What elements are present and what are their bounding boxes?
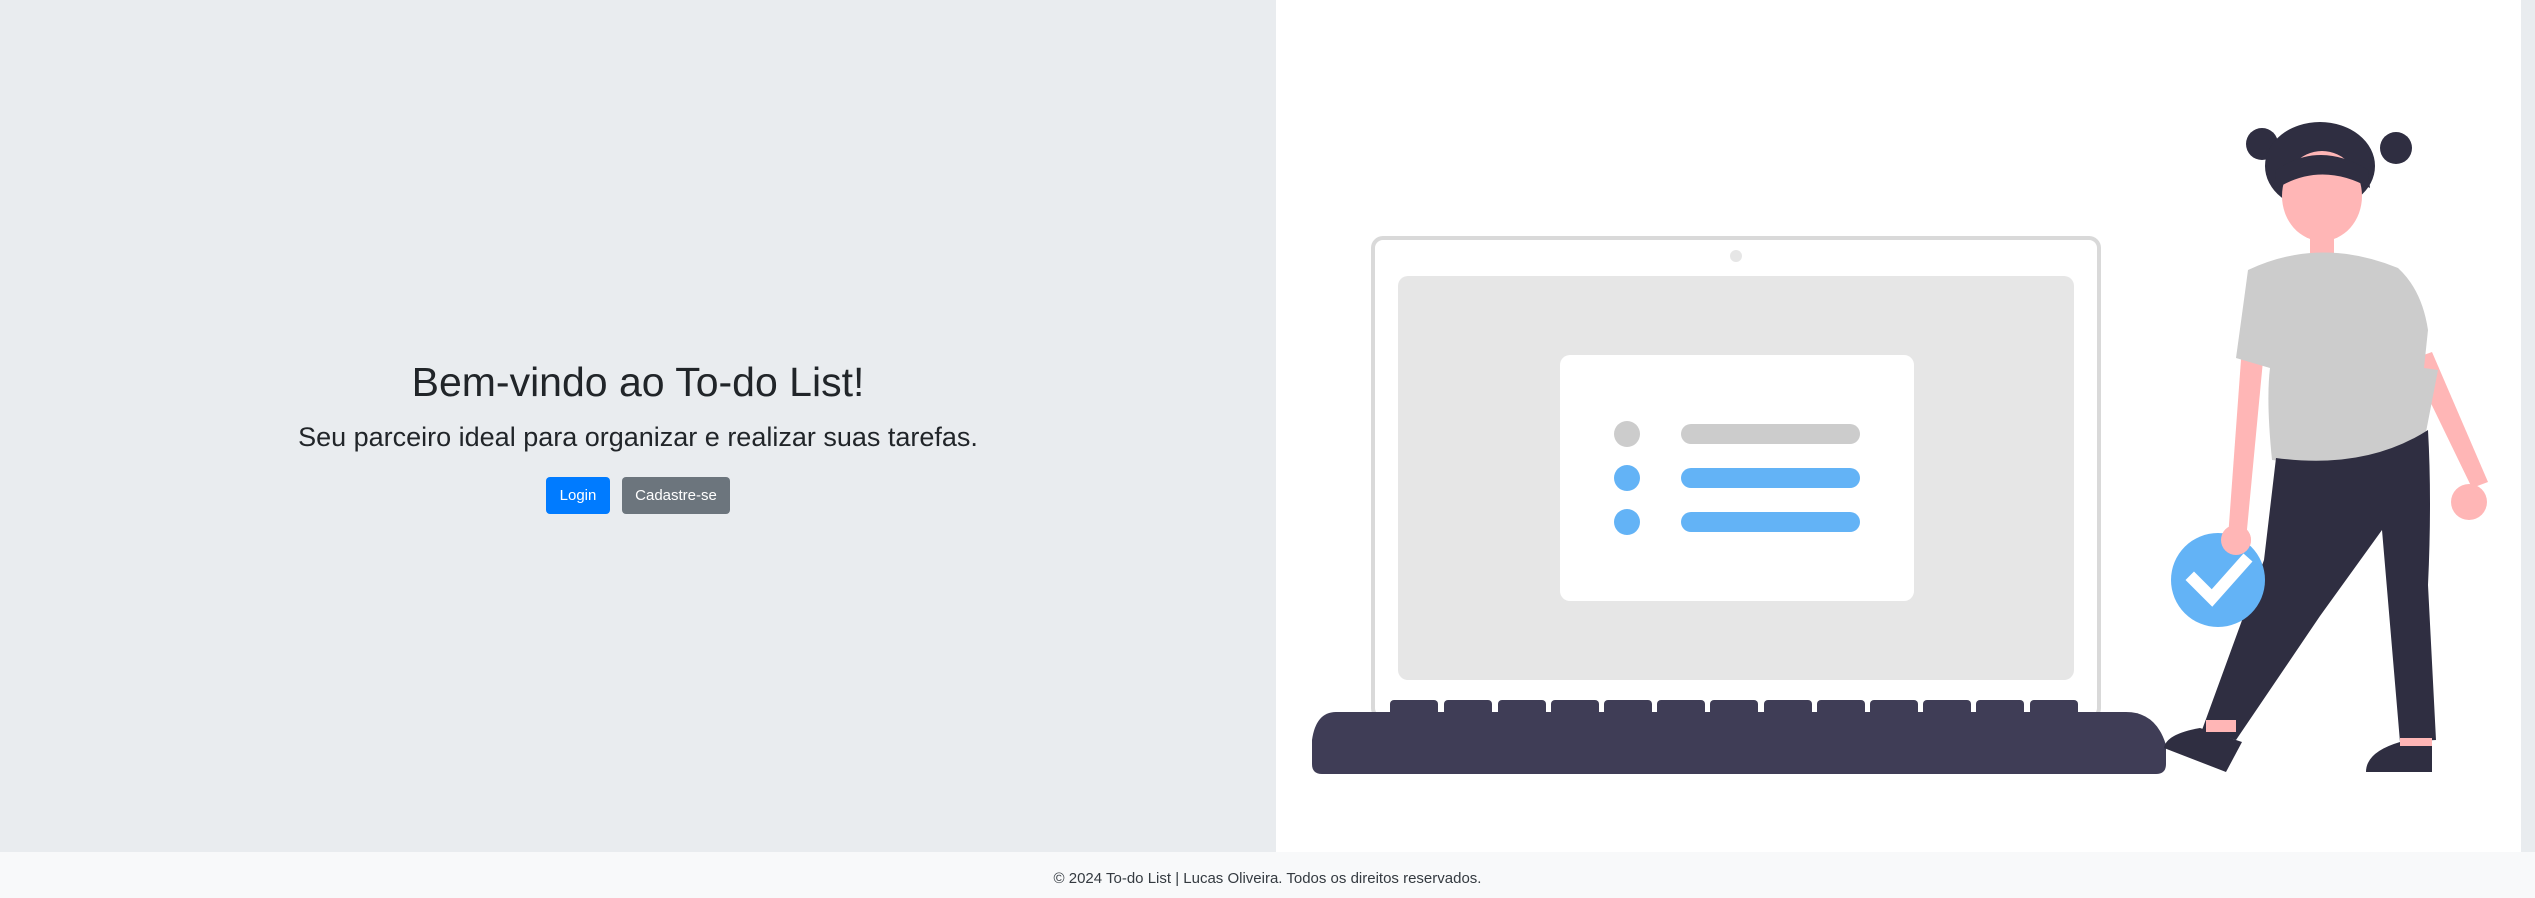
page-title: Bem-vindo ao To-do List! (411, 358, 865, 405)
task-line-3 (1681, 512, 1860, 532)
page: Bem-vindo ao To-do List! Seu parceiro id… (0, 0, 2535, 898)
welcome-panel: Bem-vindo ao To-do List! Seu parceiro id… (0, 0, 1276, 852)
todo-illustration (1312, 122, 2488, 774)
signup-button[interactable]: Cadastre-se (622, 477, 730, 515)
illustration-panel (1276, 0, 2521, 852)
hero: Bem-vindo ao To-do List! Seu parceiro id… (298, 358, 978, 515)
login-button[interactable]: Login (546, 477, 610, 515)
task-line-2 (1681, 468, 1860, 488)
laptop-camera (1730, 250, 1742, 262)
action-buttons: Login Cadastre-se (546, 477, 730, 515)
page-subtitle: Seu parceiro ideal para organizar e real… (298, 421, 978, 452)
task-bullet-3 (1614, 509, 1640, 535)
task-line-1 (1681, 424, 1860, 444)
laptop-base (1312, 712, 2166, 774)
person-figure (2164, 122, 2488, 772)
task-bullet-2 (1614, 465, 1640, 491)
right-edge-strip (2521, 0, 2535, 852)
footer-copyright: © 2024 To-do List | Lucas Oliveira. Todo… (1053, 869, 1482, 887)
footer: © 2024 To-do List | Lucas Oliveira. Todo… (0, 852, 2535, 898)
task-bullet-1 (1614, 421, 1640, 447)
checkmark-badge-icon (2171, 533, 2265, 627)
